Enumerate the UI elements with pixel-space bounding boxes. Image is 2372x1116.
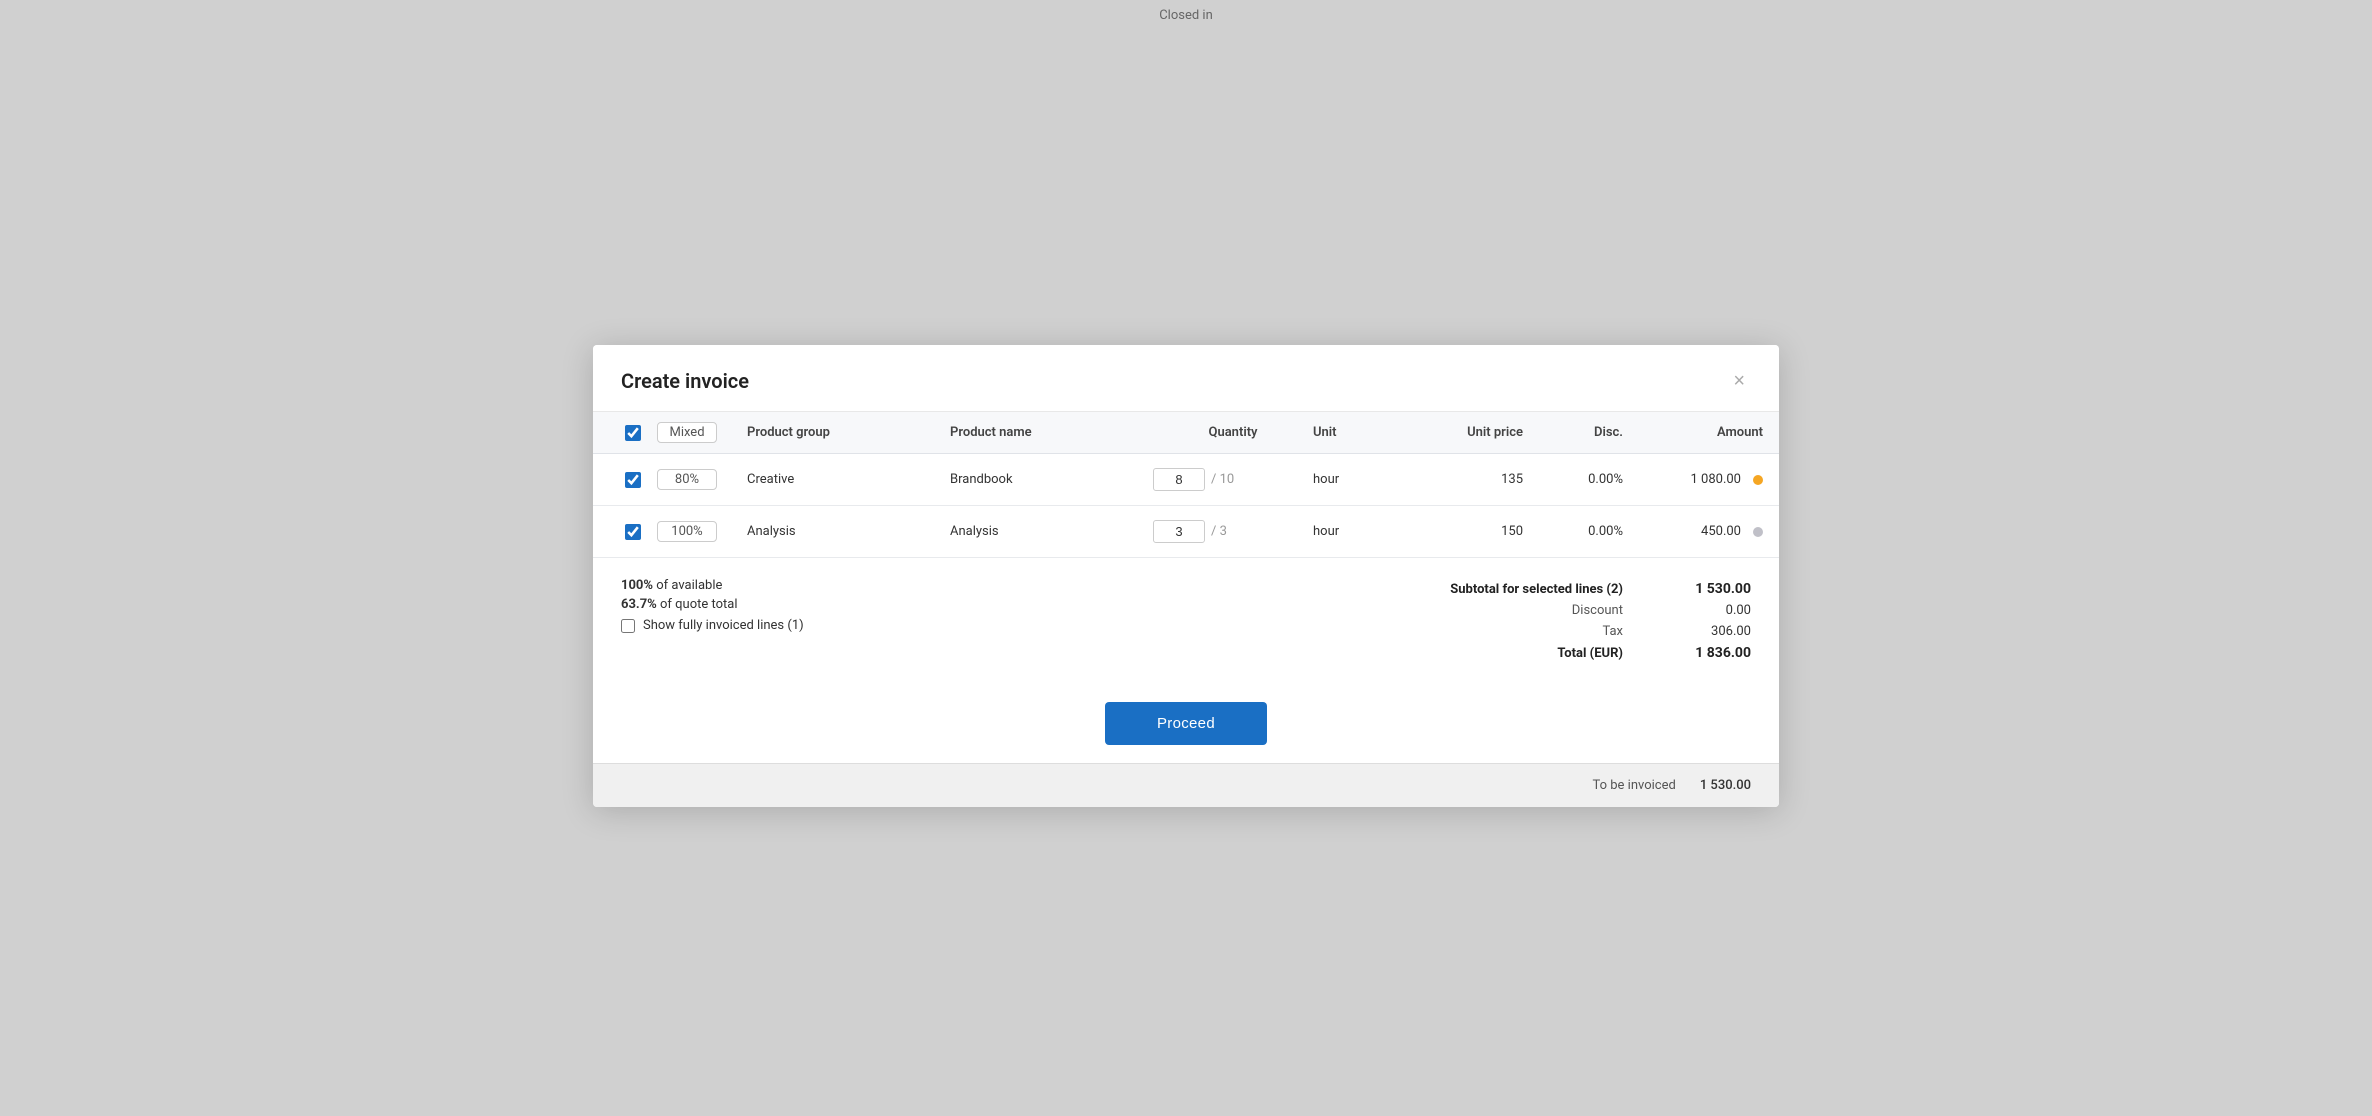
footer-value: 1 530.00 — [1700, 778, 1751, 793]
summary-left: 100% of available 63.7% of quote total S… — [621, 578, 804, 633]
modal-title: Create invoice — [621, 369, 749, 393]
row1-unit: hour — [1313, 472, 1403, 487]
row2-amount: 450.00 — [1701, 524, 1741, 539]
top-bar: Closed in — [0, 0, 2372, 31]
row1-product-name: Brandbook — [950, 472, 1153, 487]
subtotal-value: 1 530.00 — [1671, 581, 1751, 597]
row1-qty-total: / 10 — [1211, 472, 1234, 487]
row1-quantity-cell: 8 / 10 — [1153, 468, 1313, 491]
discount-label: Discount — [1403, 603, 1623, 618]
header-checkbox-cell[interactable] — [609, 425, 657, 441]
summary-top: 100% of available 63.7% of quote total S… — [621, 578, 1751, 664]
create-invoice-modal: Create invoice × Mixed Product group Pro… — [593, 345, 1779, 807]
show-invoiced-label[interactable]: Show fully invoiced lines (1) — [643, 618, 804, 633]
select-all-checkbox[interactable] — [625, 425, 641, 441]
total-value: 1 836.00 — [1671, 645, 1751, 661]
col-unit: Unit — [1313, 425, 1403, 440]
row2-product-group: Analysis — [747, 524, 950, 539]
discount-row: Discount 0.00 — [1403, 600, 1751, 621]
row2-unit: hour — [1313, 524, 1403, 539]
table-row: 100% Analysis Analysis 3 / 3 hour 150 0.… — [593, 506, 1779, 557]
totals-table: Subtotal for selected lines (2) 1 530.00… — [1403, 578, 1751, 664]
col-unit-price: Unit price — [1403, 425, 1523, 440]
modal-footer: To be invoiced 1 530.00 — [593, 763, 1779, 807]
row1-unit-price: 135 — [1403, 472, 1523, 487]
proceed-button[interactable]: Proceed — [1105, 702, 1267, 745]
close-button[interactable]: × — [1727, 369, 1751, 393]
row2-quantity-cell: 3 / 3 — [1153, 520, 1313, 543]
row1-amount: 1 080.00 — [1691, 472, 1742, 487]
table-row: 80% Creative Brandbook 8 / 10 hour 135 0… — [593, 454, 1779, 506]
row1-checkbox[interactable] — [625, 472, 641, 488]
row2-amount-cell: 450.00 — [1623, 524, 1763, 539]
row1-status-dot — [1753, 475, 1763, 485]
footer-label: To be invoiced — [1592, 778, 1675, 793]
total-row: Total (EUR) 1 836.00 — [1403, 642, 1751, 664]
stat-available-text: of available — [653, 578, 722, 593]
row2-badge: 100% — [657, 521, 717, 542]
col-disc: Disc. — [1523, 425, 1623, 440]
tax-value: 306.00 — [1671, 624, 1751, 639]
tax-row: Tax 306.00 — [1403, 621, 1751, 642]
row2-checkbox-cell[interactable] — [609, 524, 657, 540]
row1-checkbox-cell[interactable] — [609, 472, 657, 488]
table-header-row: Mixed Product group Product name Quantit… — [593, 412, 1779, 454]
row1-disc: 0.00% — [1523, 472, 1623, 487]
row1-qty-input[interactable]: 8 — [1153, 468, 1205, 491]
show-invoiced-container: Show fully invoiced lines (1) — [621, 618, 804, 633]
col-quantity: Quantity — [1153, 425, 1313, 440]
row2-qty-total: / 3 — [1211, 524, 1227, 539]
discount-value: 0.00 — [1671, 603, 1751, 618]
row2-unit-price: 150 — [1403, 524, 1523, 539]
row2-product-name: Analysis — [950, 524, 1153, 539]
row2-status-dot — [1753, 527, 1763, 537]
header-badge-cell: Mixed — [657, 422, 747, 443]
row1-amount-cell: 1 080.00 — [1623, 472, 1763, 487]
subtotal-label: Subtotal for selected lines (2) — [1403, 582, 1623, 597]
modal-header: Create invoice × — [593, 345, 1779, 412]
row1-badge-cell: 80% — [657, 469, 747, 490]
row1-product-group: Creative — [747, 472, 950, 487]
stat-quote-bold: 63.7% — [621, 597, 657, 612]
stat-available: 100% of available — [621, 578, 804, 593]
row2-badge-cell: 100% — [657, 521, 747, 542]
mixed-badge: Mixed — [657, 422, 717, 443]
summary-section: 100% of available 63.7% of quote total S… — [593, 557, 1779, 674]
show-invoiced-checkbox[interactable] — [621, 619, 635, 633]
stat-quote-total: 63.7% of quote total — [621, 597, 804, 612]
row2-checkbox[interactable] — [625, 524, 641, 540]
tax-label: Tax — [1403, 624, 1623, 639]
row2-qty-input[interactable]: 3 — [1153, 520, 1205, 543]
row1-badge: 80% — [657, 469, 717, 490]
stat-quote-text: of quote total — [657, 597, 738, 612]
stat-available-bold: 100% — [621, 578, 653, 593]
top-bar-text: Closed in — [1159, 8, 1213, 23]
col-product-name: Product name — [950, 425, 1153, 440]
row2-disc: 0.00% — [1523, 524, 1623, 539]
table-section: Mixed Product group Product name Quantit… — [593, 412, 1779, 557]
subtotal-row: Subtotal for selected lines (2) 1 530.00 — [1403, 578, 1751, 600]
col-amount: Amount — [1623, 425, 1763, 440]
proceed-section: Proceed — [593, 674, 1779, 763]
total-label: Total (EUR) — [1403, 646, 1623, 661]
col-product-group: Product group — [747, 425, 950, 440]
